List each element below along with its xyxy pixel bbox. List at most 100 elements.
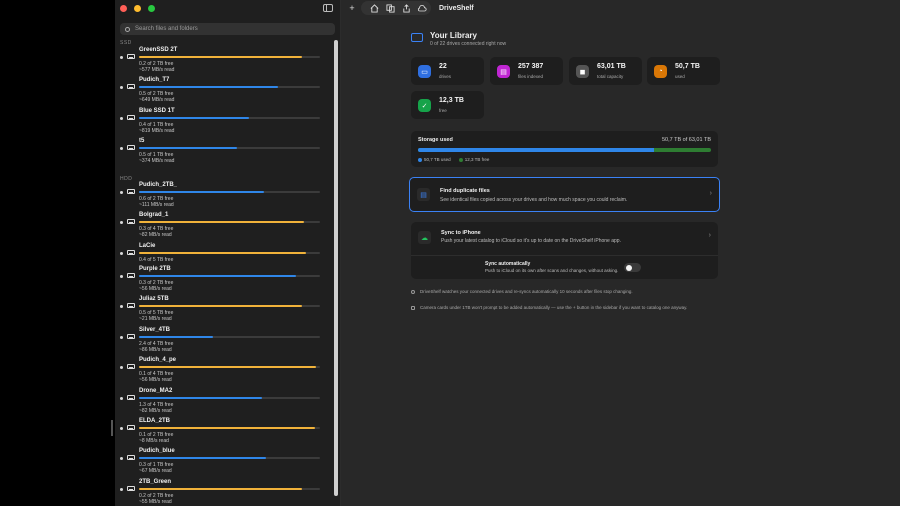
cloud-icon (417, 4, 427, 11)
app-title: DriveShelf (439, 4, 474, 12)
drive-list-item[interactable]: Pudich_2TB_ 0.6 of 2 TB free ~111 MB/s rea… (119, 182, 329, 212)
storage-used-fill (418, 148, 654, 152)
zoom-window-button[interactable] (148, 5, 155, 12)
status-dot-icon (120, 366, 123, 369)
sync-automatically-row: Sync automatically Push to iCloud on its… (411, 255, 718, 279)
home-icon (370, 3, 378, 13)
drive-list-item[interactable]: Silver_4TB 2.4 of 4 TB free ~86 MB/s read (119, 327, 329, 357)
drive-read-speed: ~577 MB/s read (139, 67, 175, 73)
duplicates-title: Find duplicate files (440, 188, 490, 194)
drive-usage-bar (139, 457, 320, 459)
drive-icon (127, 54, 135, 59)
duplicates-button[interactable] (384, 2, 396, 14)
storage-summary: 50,7 TB of 63,01 TB (661, 137, 711, 143)
legend-free-label: 12,3 TB free (464, 157, 490, 162)
drive-name: Bolgrad_1 (139, 212, 169, 218)
drive-usage-fill (139, 252, 306, 254)
plus-icon: + (349, 3, 355, 13)
drive-icon (127, 273, 135, 278)
drive-list-item[interactable]: ELDA_2TB 0.1 of 2 TB free ~8 MB/s read (119, 418, 329, 448)
drive-list-item[interactable]: Bolgrad_1 0.3 of 4 TB free ~82 MB/s read (119, 212, 329, 242)
stat-value: 63,01 TB (597, 63, 626, 70)
resize-handle[interactable] (111, 420, 113, 436)
home-button[interactable] (368, 2, 380, 14)
sync-to-iphone-row[interactable]: ☁ Sync to iPhone Push your latest catalo… (411, 222, 718, 255)
drive-name: t5 (139, 138, 145, 144)
duplicates-desc: See identical files copied across your d… (440, 197, 628, 203)
sidebar-toggle-icon[interactable] (323, 4, 333, 12)
cloud-sync-button[interactable] (416, 2, 428, 14)
drive-usage-fill (139, 86, 279, 88)
search-icon (125, 26, 130, 32)
drive-list-item[interactable]: t5 0.5 of 1 TB free ~374 MB/s read (119, 138, 329, 168)
minimize-window-button[interactable] (134, 5, 141, 12)
drive-name: 2TB_Green (139, 479, 172, 485)
sync-automatically-toggle[interactable] (624, 263, 641, 272)
drive-usage-bar (139, 397, 320, 399)
add-drive-button[interactable]: + (346, 2, 358, 14)
document-icon: ▤ (417, 188, 430, 201)
drive-usage-bar (139, 488, 320, 490)
drive-list-item[interactable]: Pudich_T7 0.5 of 2 TB free ~649 MB/s read (119, 77, 329, 107)
cloud-upload-icon: ☁ (418, 231, 431, 244)
drive-usage-fill (139, 457, 266, 459)
drive-icon (127, 334, 135, 339)
refresh-icon (411, 289, 415, 294)
sync-card: ☁ Sync to iPhone Push your latest catalo… (411, 222, 718, 279)
sidebar-scrollbar[interactable] (334, 40, 338, 496)
drive-read-speed: ~82 MB/s read (139, 232, 172, 238)
drive-list-item[interactable]: Drone_MA2 1.3 of 4 TB free ~82 MB/s read (119, 388, 329, 418)
drive-name: Pudich_blue (139, 448, 175, 454)
drive-free-space: 0.4 of 5 TB free (139, 257, 174, 263)
drive-icon (127, 115, 135, 120)
camera-note: Camera cards under 1TB won't prompt to b… (411, 305, 687, 310)
section-label-ssd: SSD (120, 40, 132, 46)
stat-card: ◔ 50,7 TB used (647, 57, 720, 85)
drive-icon: ▭ (418, 65, 431, 78)
drive-usage-fill (139, 488, 302, 490)
stat-label: files indexed (518, 74, 544, 79)
stat-label: total capacity (597, 74, 624, 79)
storage-bar (418, 148, 711, 152)
drive-list-item[interactable]: Pudich_blue 0.3 of 1 TB free ~67 MB/s read (119, 448, 329, 478)
drive-read-speed: ~21 MB/s read (139, 316, 172, 322)
status-dot-icon (120, 117, 123, 120)
sync-desc: Push your latest catalog to iCloud so it… (441, 238, 621, 244)
status-dot-icon (120, 457, 123, 460)
drive-usage-fill (139, 427, 315, 429)
share-button[interactable] (400, 2, 412, 14)
drive-list-item[interactable]: Blue SSD 1T 0.4 of 1 TB free ~819 MB/s rea… (119, 108, 329, 138)
drive-list-item[interactable]: Purple 2TB 0.3 of 2 TB free ~56 MB/s read (119, 266, 329, 296)
copy-icon (385, 3, 395, 13)
drive-icon (127, 189, 135, 194)
drive-list-item[interactable]: Juliaz 5TB 0.5 of 5 TB free ~21 MB/s read (119, 296, 329, 326)
drive-list-item[interactable]: Pudich_4_pe 0.1 of 4 TB free ~56 MB/s read (119, 357, 329, 387)
status-dot-icon (120, 252, 123, 255)
drive-usage-bar (139, 147, 320, 149)
document-icon: ▤ (497, 65, 510, 78)
toolbar: + DriveShelf (341, 0, 900, 16)
drive-icon (127, 303, 135, 308)
stat-label: free (439, 108, 447, 113)
stat-card: ✓ 12,3 TB free (411, 91, 484, 119)
sidebar: Search files and folders SSD HDD GreenSS… (115, 0, 341, 506)
drive-name: Silver_4TB (139, 327, 171, 333)
legend-free: 12,3 TB free (458, 157, 490, 162)
drive-name: Pudich_T7 (139, 77, 170, 83)
stat-value: 50,7 TB (675, 63, 700, 70)
drive-icon (127, 84, 135, 89)
find-duplicates-card[interactable]: ▤ Find duplicate files See identical fil… (409, 177, 720, 212)
legend-used-label: 50,7 TB used (424, 157, 451, 162)
search-input[interactable]: Search files and folders (120, 23, 335, 35)
watch-note-text: DriveShelf watches your connected drives… (420, 289, 633, 294)
drive-icon (127, 145, 135, 150)
drive-usage-bar (139, 305, 320, 307)
check-icon: ✓ (418, 99, 431, 112)
drive-usage-fill (139, 397, 263, 399)
drive-read-speed: ~82 MB/s read (139, 408, 172, 414)
close-window-button[interactable] (120, 5, 127, 12)
drive-name: Pudich_2TB_ (139, 182, 178, 188)
window-controls (120, 5, 155, 12)
drive-list-item[interactable]: GreenSSD 2T 0.2 of 2 TB free ~577 MB/s rea… (119, 47, 329, 77)
drive-list-item[interactable]: 2TB_Green 0.2 of 2 TB free ~55 MB/s read (119, 479, 329, 506)
